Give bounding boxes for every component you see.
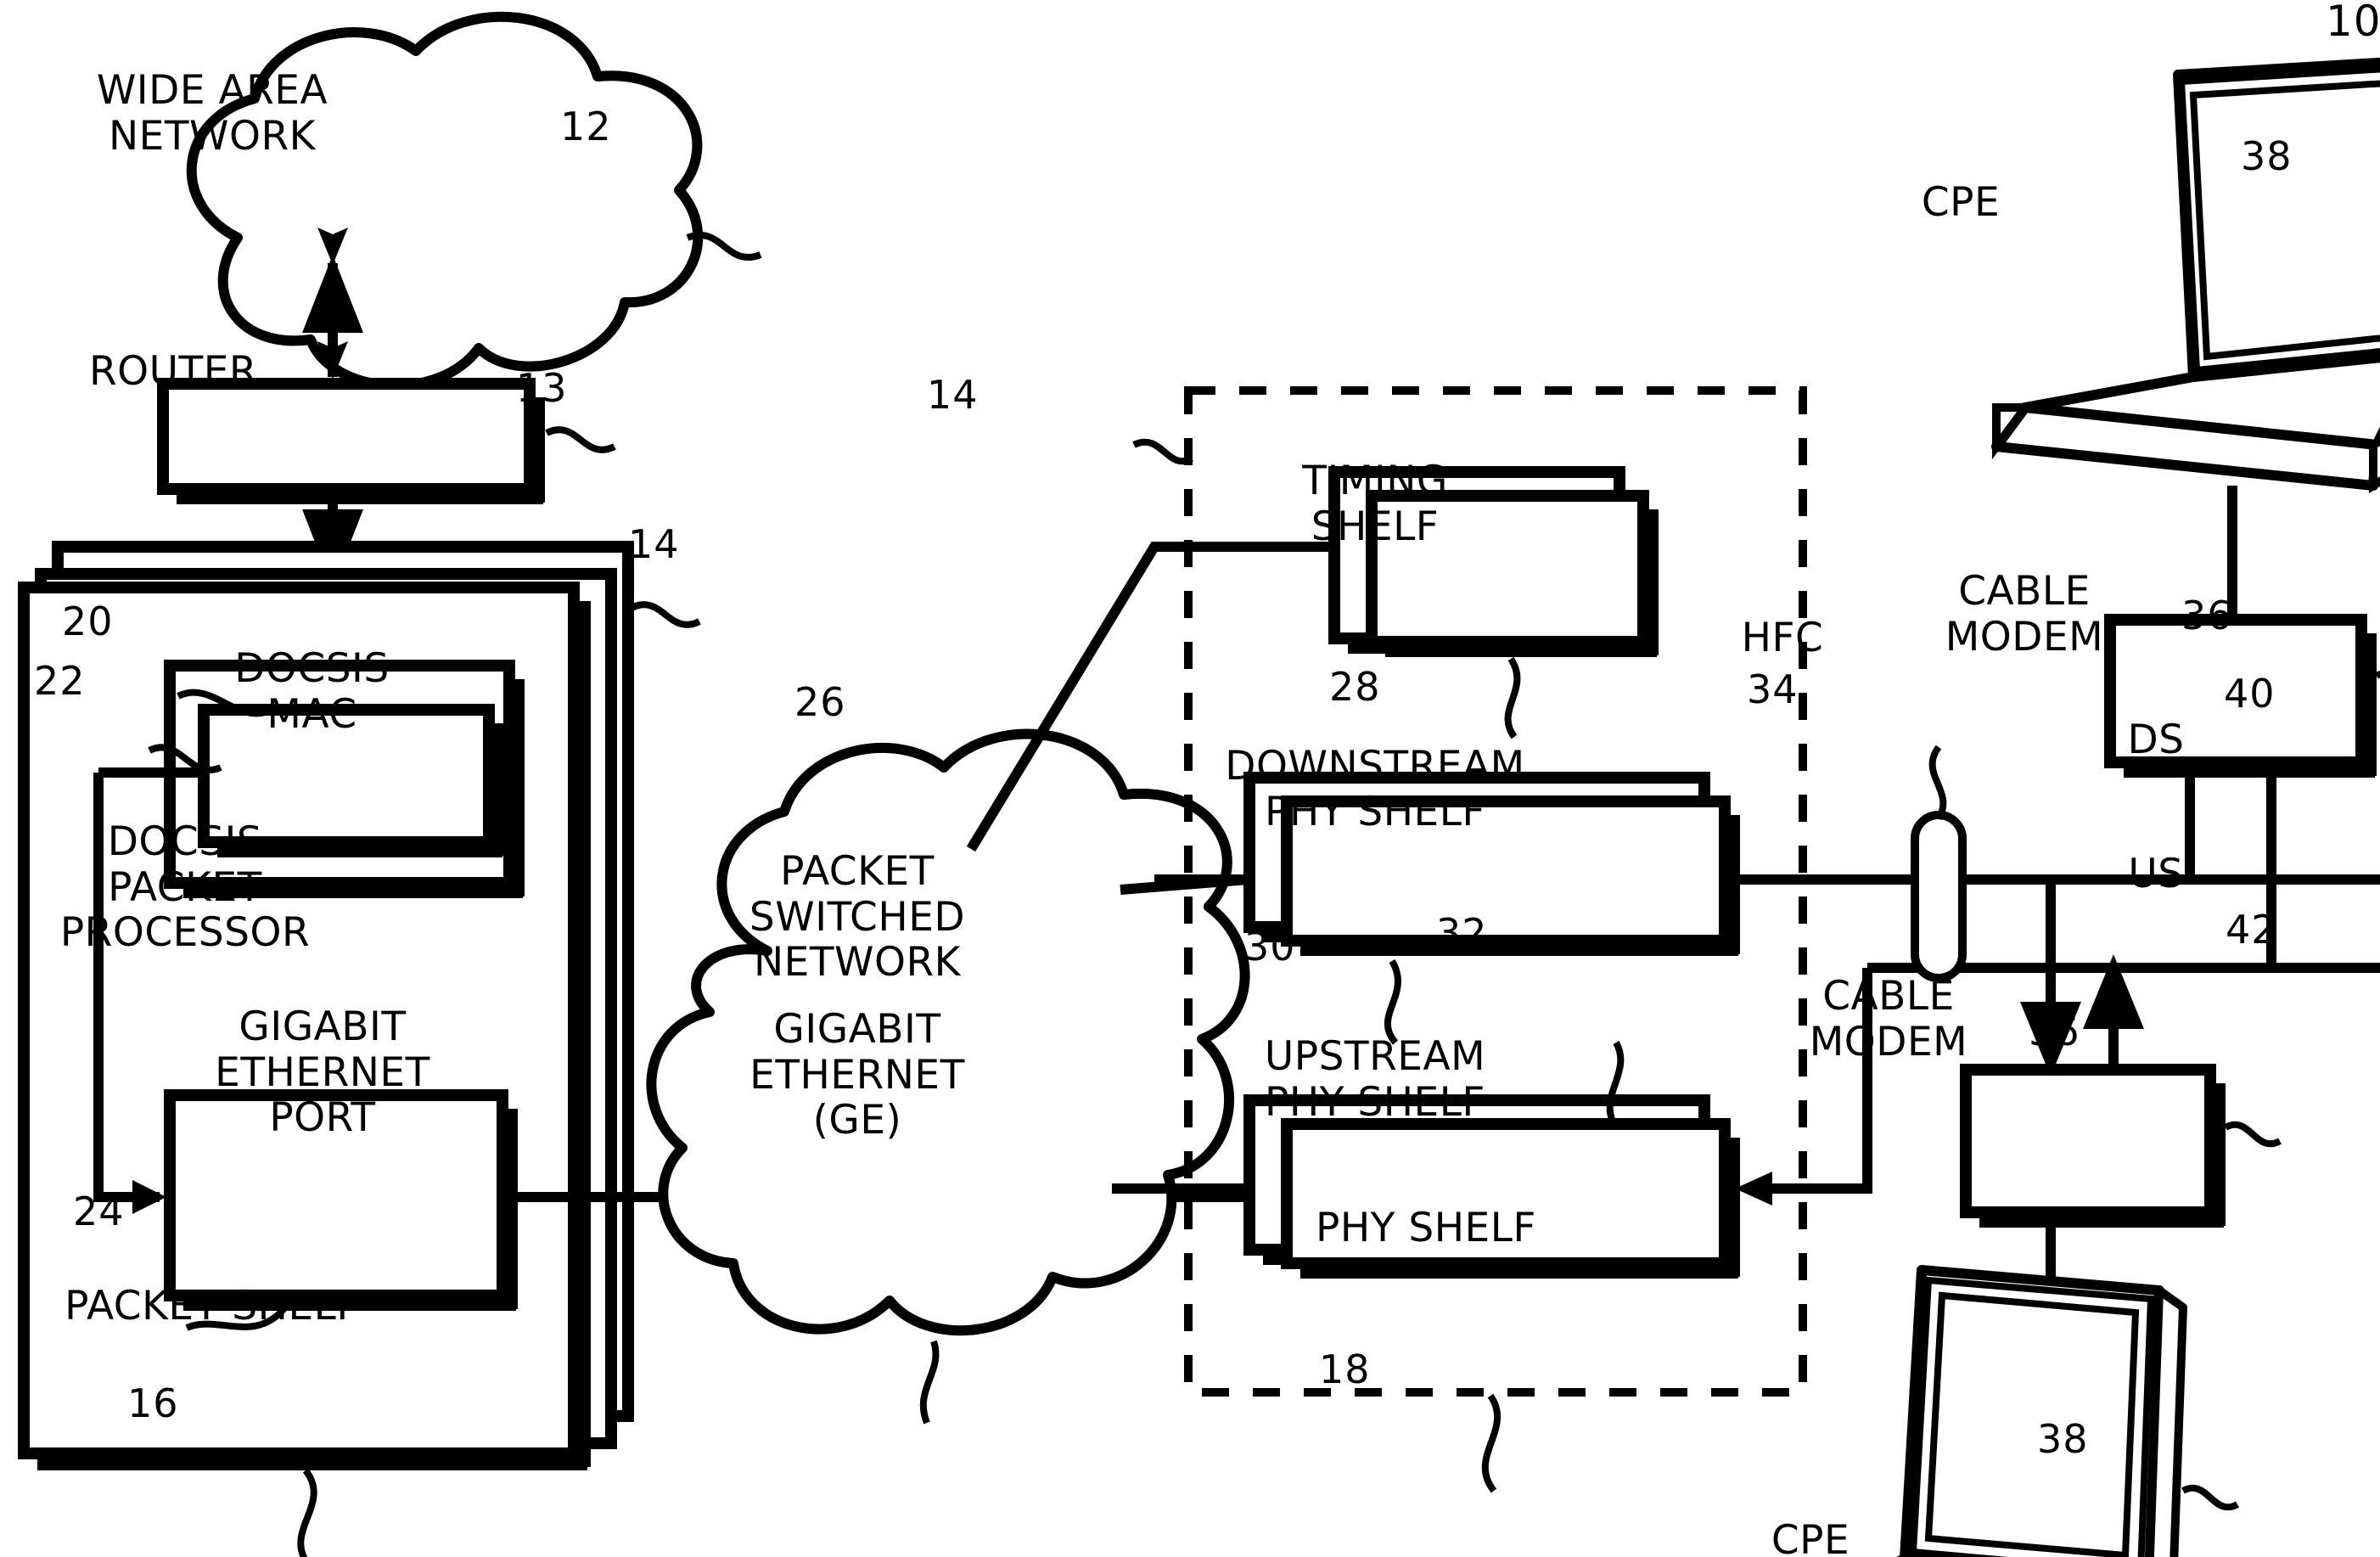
downstream-phy-shelf-box-shape xyxy=(1243,772,1740,956)
ref-20: 20 xyxy=(62,599,114,644)
diagram-canvas xyxy=(18,11,2380,1557)
packet-switched-network-cloud xyxy=(646,728,1250,1336)
ref-42: 42 xyxy=(2226,907,2277,953)
ref-13: 13 xyxy=(516,365,568,411)
upstream-phy-shelf-box-shape xyxy=(1243,1094,1740,1279)
ref-34: 34 xyxy=(1747,666,1799,712)
ref-28: 28 xyxy=(1329,664,1381,710)
ref-14-right: 14 xyxy=(927,372,979,418)
ref-24: 24 xyxy=(73,1189,125,1234)
patent-figure: WIDE AREA NETWORK 12 ROUTER 13 14 DOCSIS… xyxy=(0,0,2380,1557)
ref-26: 26 xyxy=(794,679,846,725)
wide-area-network-cloud xyxy=(186,11,704,391)
cpe-top-laptop-shape xyxy=(1991,57,2380,540)
ref-32: 32 xyxy=(1436,910,1488,956)
hfc-capsule-shape xyxy=(1911,811,1967,982)
ref-10-figure: 10 xyxy=(2326,0,2380,46)
ref-14-left: 14 xyxy=(628,521,680,567)
ref-36-bottom: 36 xyxy=(2029,1009,2080,1054)
router-box-shape xyxy=(157,378,545,504)
ref-36-top: 36 xyxy=(2181,593,2233,638)
gigabit-ethernet-port-box-shape xyxy=(164,1089,518,1311)
ref-38-top: 38 xyxy=(2241,133,2293,179)
timing-shelf-box-shape xyxy=(1328,466,1659,657)
ref-30: 30 xyxy=(1244,924,1296,970)
ref-40: 40 xyxy=(2224,671,2276,717)
ref-22: 22 xyxy=(34,658,86,704)
ref-16: 16 xyxy=(127,1380,179,1426)
ref-12: 12 xyxy=(560,104,612,149)
cable-modem-bottom-box-shape xyxy=(1960,1064,2226,1228)
ref-18: 18 xyxy=(1319,1346,1371,1392)
ref-38-bottom: 38 xyxy=(2037,1416,2089,1462)
docsis-mac-box-shape xyxy=(198,704,504,857)
cpe-bottom-laptop-shape xyxy=(1895,1265,2187,1557)
